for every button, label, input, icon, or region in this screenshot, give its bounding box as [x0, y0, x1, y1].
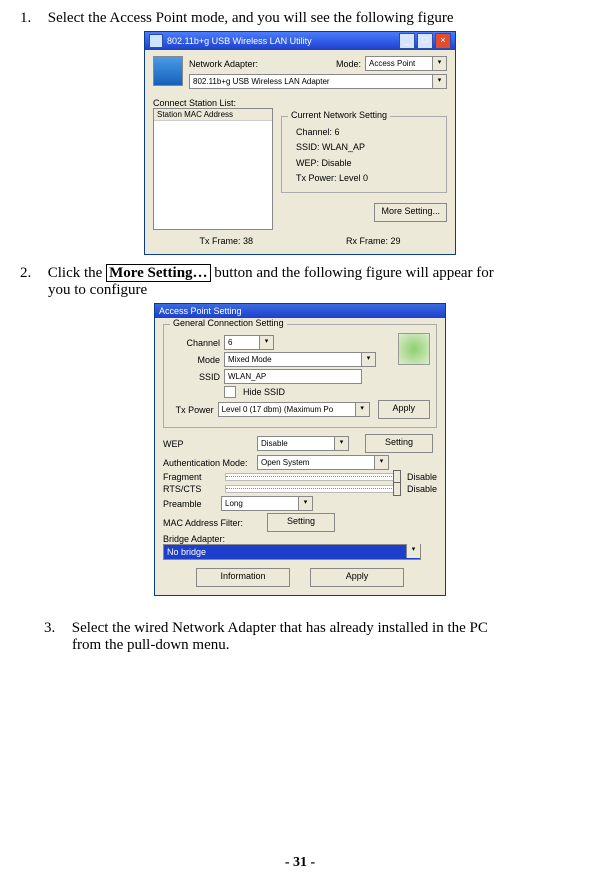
general-connection-group: General Connection Setting Channel 6 ▾ M… — [163, 324, 437, 428]
ssid-value: SSID: WLAN_AP — [296, 140, 440, 155]
channel-value: Channel: 6 — [296, 125, 440, 140]
wep-value: Disable — [257, 436, 335, 451]
step-1: 1. Select the Access Point mode, and you… — [20, 10, 580, 27]
chevron-down-icon[interactable]: ▾ — [433, 56, 447, 71]
more-setting-button[interactable]: More Setting... — [374, 203, 447, 222]
preamble-select[interactable]: Long ▾ — [221, 496, 313, 511]
step2-text-c: you to configure — [48, 282, 580, 299]
mode-value: Access Point — [365, 56, 433, 71]
chevron-down-icon[interactable]: ▾ — [356, 402, 370, 417]
chevron-down-icon[interactable]: ▾ — [406, 544, 420, 558]
hide-ssid-checkbox[interactable] — [224, 386, 236, 398]
ssid-label: SSID — [170, 372, 220, 382]
mode-label: Mode: — [336, 59, 361, 69]
mode-value: Mixed Mode — [224, 352, 362, 367]
wep-label: WEP — [163, 439, 253, 449]
macfilter-label: MAC Address Filter: — [163, 518, 263, 528]
app-icon — [149, 34, 163, 48]
auth-label: Authentication Mode: — [163, 458, 253, 468]
bridge-label: Bridge Adapter: — [163, 534, 437, 544]
step-2: 2. Click the More Setting… button and th… — [20, 265, 580, 299]
more-setting-ref: More Setting… — [106, 264, 210, 282]
maximize-button[interactable]: □ — [417, 33, 433, 49]
page-number: - 31 - — [0, 855, 600, 871]
channel-value: 6 — [224, 335, 260, 350]
wep-setting-button[interactable]: Setting — [365, 434, 433, 453]
chevron-down-icon[interactable]: ▾ — [375, 455, 389, 470]
rts-slider[interactable] — [225, 485, 399, 493]
station-list[interactable]: Station MAC Address — [153, 108, 273, 230]
rts-state: Disable — [407, 484, 437, 494]
txpower-value: Tx Power: Level 0 — [296, 171, 440, 186]
txpower-value: Level 0 (17 dbm) (Maximum Po — [218, 402, 356, 417]
adapter-label: Network Adapter: — [189, 59, 258, 69]
wep-select[interactable]: Disable ▾ — [257, 436, 349, 451]
apply-button[interactable]: Apply — [310, 568, 404, 587]
window-title: 802.11b+g USB Wireless LAN Utility — [167, 36, 312, 46]
adapter-select[interactable]: 802.11b+g USB Wireless LAN Adapter ▾ — [189, 74, 447, 89]
chevron-down-icon[interactable]: ▾ — [335, 436, 349, 451]
step3-text-b: from the pull-down menu. — [72, 637, 580, 654]
step3-text-a: Select the wired Network Adapter that ha… — [72, 620, 488, 636]
rx-frame: Rx Frame: 29 — [346, 236, 401, 246]
channel-select[interactable]: 6 ▾ — [224, 335, 274, 350]
information-button[interactable]: Information — [196, 568, 290, 587]
mode-select[interactable]: Mixed Mode ▾ — [224, 352, 376, 367]
bridge-value: No bridge — [167, 545, 206, 559]
window-titlebar[interactable]: 802.11b+g USB Wireless LAN Utility _ □ × — [145, 32, 455, 50]
mode-label: Mode — [170, 355, 220, 365]
chevron-down-icon[interactable]: ▾ — [433, 74, 447, 89]
step1-text: Select the Access Point mode, and you wi… — [48, 10, 454, 26]
txpower-label: Tx Power — [170, 405, 214, 415]
step2-text-a: Click the — [48, 265, 106, 281]
adapter-value: 802.11b+g USB Wireless LAN Adapter — [189, 74, 433, 89]
macfilter-setting-button[interactable]: Setting — [267, 513, 335, 532]
current-network-group: Current Network Setting Channel: 6 SSID:… — [281, 116, 447, 193]
chevron-down-icon[interactable]: ▾ — [362, 352, 376, 367]
group-label: General Connection Setting — [170, 318, 287, 328]
auth-select[interactable]: Open System ▾ — [257, 455, 389, 470]
wlan-utility-window: 802.11b+g USB Wireless LAN Utility _ □ ×… — [144, 31, 456, 255]
step2-number: 2. — [20, 265, 44, 282]
connect-list-label: Connect Station List: — [153, 98, 447, 108]
fragment-state: Disable — [407, 472, 437, 482]
ap-setting-window: Access Point Setting General Connection … — [154, 303, 446, 596]
step2-text-b: button and the following figure will app… — [211, 265, 494, 281]
tx-frame: Tx Frame: 38 — [199, 236, 253, 246]
window-title[interactable]: Access Point Setting — [155, 304, 445, 318]
ap-icon — [398, 333, 430, 365]
fragment-slider[interactable] — [225, 473, 399, 481]
mode-select[interactable]: Access Point ▾ — [365, 56, 447, 71]
ssid-input[interactable]: WLAN_AP — [224, 369, 362, 384]
step-3: 3. Select the wired Network Adapter that… — [44, 620, 580, 654]
step1-number: 1. — [20, 10, 44, 27]
fragment-label: Fragment — [163, 472, 217, 482]
preamble-label: Preamble — [163, 499, 217, 509]
auth-value: Open System — [257, 455, 375, 470]
station-list-header: Station MAC Address — [154, 109, 272, 121]
preamble-value: Long — [221, 496, 299, 511]
rts-label: RTS/CTS — [163, 484, 217, 494]
wep-value: WEP: Disable — [296, 156, 440, 171]
bridge-select[interactable]: No bridge ▾ — [163, 544, 421, 560]
adapter-icon — [153, 56, 183, 86]
chevron-down-icon[interactable]: ▾ — [260, 335, 274, 350]
group-label: Current Network Setting — [288, 110, 390, 120]
apply-button[interactable]: Apply — [378, 400, 430, 419]
channel-label: Channel — [170, 338, 220, 348]
txpower-select[interactable]: Level 0 (17 dbm) (Maximum Po ▾ — [218, 402, 370, 417]
minimize-button[interactable]: _ — [399, 33, 415, 49]
step3-number: 3. — [44, 620, 68, 637]
chevron-down-icon[interactable]: ▾ — [299, 496, 313, 511]
hide-ssid-label: Hide SSID — [243, 387, 285, 397]
close-button[interactable]: × — [435, 33, 451, 49]
